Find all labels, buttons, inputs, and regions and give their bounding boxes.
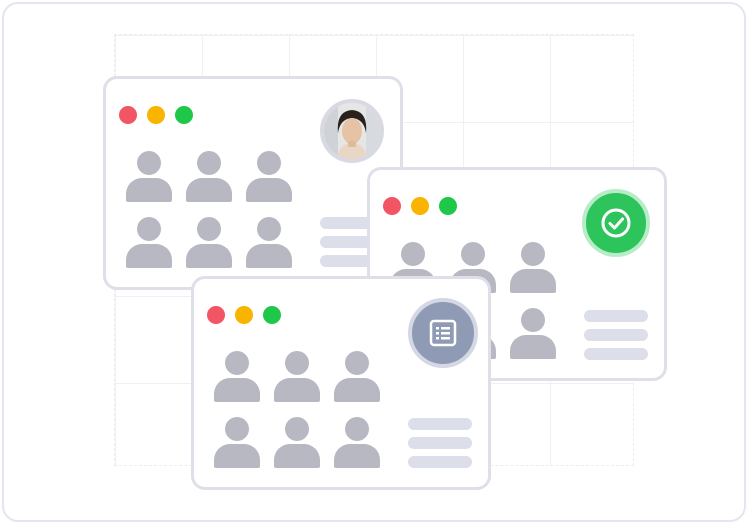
window-controls (207, 306, 281, 324)
window-controls (383, 197, 457, 215)
text-placeholder-line (408, 437, 472, 449)
minimize-dot-icon[interactable] (147, 106, 165, 124)
text-placeholder-line (584, 329, 648, 341)
participant-placeholder (274, 417, 320, 469)
participant-placeholder (510, 308, 556, 360)
participant-placeholder (186, 151, 232, 203)
minimize-dot-icon[interactable] (235, 306, 253, 324)
close-dot-icon[interactable] (383, 197, 401, 215)
participant-placeholder (186, 217, 232, 269)
window-participants-document (191, 276, 491, 490)
participant-placeholder (214, 351, 260, 403)
window-participants-photo (103, 76, 403, 290)
text-placeholder-line (584, 310, 648, 322)
text-placeholder-line (408, 418, 472, 430)
maximize-dot-icon[interactable] (439, 197, 457, 215)
approved-badge (582, 189, 650, 257)
participant-placeholder (246, 151, 292, 203)
document-badge (408, 298, 478, 368)
close-dot-icon[interactable] (207, 306, 225, 324)
participant-placeholder (246, 217, 292, 269)
participant-placeholder (334, 351, 380, 403)
minimize-dot-icon[interactable] (411, 197, 429, 215)
participant-placeholder (126, 217, 172, 269)
close-dot-icon[interactable] (119, 106, 137, 124)
text-placeholder-line (584, 348, 648, 360)
participant-placeholder (214, 417, 260, 469)
participant-placeholder (126, 151, 172, 203)
user-photo-avatar (320, 99, 384, 163)
check-icon (601, 208, 631, 238)
maximize-dot-icon[interactable] (175, 106, 193, 124)
text-placeholder-line (408, 456, 472, 468)
window-controls (119, 106, 193, 124)
maximize-dot-icon[interactable] (263, 306, 281, 324)
participant-placeholder (334, 417, 380, 469)
person-photo-icon (324, 103, 380, 159)
participant-placeholder (274, 351, 320, 403)
document-list-icon (429, 319, 457, 347)
participant-placeholder (510, 242, 556, 294)
